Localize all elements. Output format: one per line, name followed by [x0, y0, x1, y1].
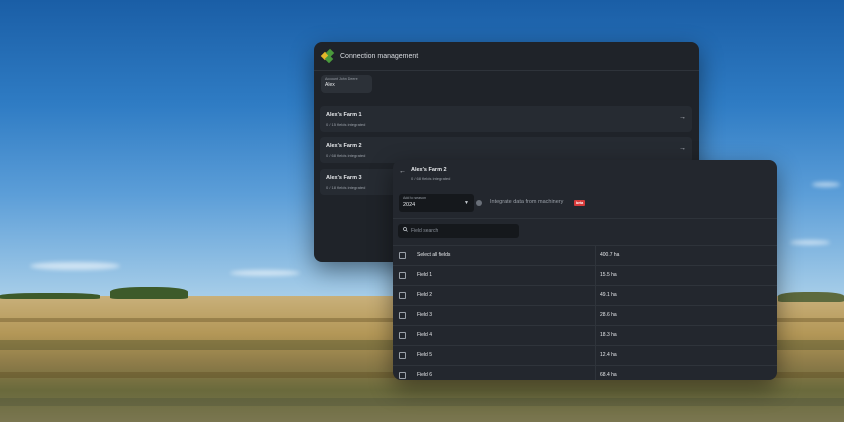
farm-name: Alex's Farm 1: [326, 112, 362, 118]
table-row[interactable]: Field 5 12.4 ha: [393, 346, 777, 366]
checkbox[interactable]: [399, 312, 406, 319]
table-row[interactable]: Field 4 18.3 ha: [393, 326, 777, 346]
panel-header: Connection management: [314, 42, 699, 71]
cloud: [30, 262, 120, 270]
panel-header: ← Alex's Farm 2 0 / 68 fields integrated: [393, 160, 777, 186]
checkbox[interactable]: [399, 332, 406, 339]
table-row[interactable]: Field 2 49.1 ha: [393, 286, 777, 306]
farm-fields-panel: ← Alex's Farm 2 0 / 68 fields integrated…: [393, 160, 777, 380]
field-name: Field 6: [417, 372, 433, 378]
season-select[interactable]: Add to season 2024 ▼: [399, 194, 474, 212]
farm-row[interactable]: Alex's Farm 1 0 / 15 fields integrated →: [320, 106, 692, 132]
cloud: [812, 182, 840, 187]
checkbox[interactable]: [399, 372, 406, 379]
field-texture: [0, 398, 844, 406]
farm-subtitle: 0 / 68 fields integrated: [411, 176, 451, 181]
beta-badge: beta: [574, 200, 586, 206]
field-search-input[interactable]: Field search: [398, 224, 519, 238]
field-area: 12.4 ha: [600, 352, 617, 358]
caret-down-icon: ▼: [464, 200, 469, 206]
field-area: 18.3 ha: [600, 332, 617, 338]
farm-name: Alex's Farm 2: [326, 143, 362, 149]
field-area: 15.5 ha: [600, 272, 617, 278]
field-area: 68.4 ha: [600, 372, 617, 378]
farm-status: 0 / 68 fields integrated: [326, 153, 366, 158]
table-row[interactable]: Field 3 28.6 ha: [393, 306, 777, 326]
checkbox[interactable]: [399, 272, 406, 279]
checkbox[interactable]: [399, 352, 406, 359]
cloud: [230, 270, 300, 276]
field-name: Select all fields: [417, 252, 451, 258]
arrow-right-icon[interactable]: →: [679, 114, 686, 121]
field-area: 400.7 ha: [600, 252, 620, 258]
field-area: 28.6 ha: [600, 312, 617, 318]
tree-line: [0, 293, 100, 299]
account-value: Alex: [325, 82, 335, 88]
integrate-toggle[interactable]: [476, 200, 482, 206]
field-area: 49.1 ha: [600, 292, 617, 298]
search-placeholder: Field search: [411, 228, 439, 234]
farm-title: Alex's Farm 2: [411, 167, 447, 173]
cloud: [790, 240, 830, 245]
table-row[interactable]: Select all fields 400.7 ha: [393, 246, 777, 266]
field-name: Field 1: [417, 272, 433, 278]
panel-title: Connection management: [340, 52, 419, 60]
john-deere-logo-icon: [320, 48, 335, 64]
account-select[interactable]: Account John Deere Alex: [321, 75, 372, 93]
field-name: Field 3: [417, 312, 433, 318]
field-name: Field 5: [417, 352, 433, 358]
arrow-left-icon[interactable]: ←: [399, 168, 406, 175]
checkbox[interactable]: [399, 252, 406, 259]
field-name: Field 2: [417, 292, 433, 298]
divider: [393, 218, 777, 219]
table-row[interactable]: Field 1 15.5 ha: [393, 266, 777, 286]
tree-line: [778, 292, 844, 302]
tree-line: [110, 287, 188, 299]
table-row[interactable]: Field 6 68.4 ha: [393, 366, 777, 380]
season-value: 2024: [403, 202, 416, 208]
arrow-right-icon[interactable]: →: [679, 145, 686, 152]
search-icon: [403, 227, 408, 232]
farm-status: 0 / 15 fields integrated: [326, 122, 366, 127]
field-name: Field 4: [417, 332, 433, 338]
integrate-label: Integrate data from machinery: [490, 199, 564, 205]
farm-name: Alex's Farm 3: [326, 175, 362, 181]
checkbox[interactable]: [399, 292, 406, 299]
farm-status: 0 / 18 fields integrated: [326, 185, 366, 190]
